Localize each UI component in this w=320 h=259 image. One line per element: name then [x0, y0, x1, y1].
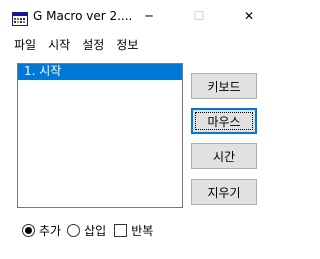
maximize-button: ☐: [193, 9, 205, 23]
insert-radio[interactable]: [67, 223, 81, 237]
title-bar[interactable]: G Macro ver 2.... ─ ☐ ✕: [0, 0, 278, 32]
window-title: G Macro ver 2....: [33, 9, 133, 23]
repeat-checkbox[interactable]: [114, 223, 128, 237]
keyboard-button[interactable]: 키보드: [191, 73, 257, 99]
close-button[interactable]: ✕: [226, 0, 272, 32]
app-icon[interactable]: [12, 12, 28, 26]
add-radio[interactable]: [22, 223, 35, 237]
options-row: 추가 삽입 반복: [22, 222, 159, 238]
erase-button[interactable]: 지우기: [191, 179, 257, 205]
list-item[interactable]: 1. 시작: [18, 64, 182, 80]
time-button[interactable]: 시간: [191, 143, 257, 169]
add-option[interactable]: 추가: [22, 222, 61, 239]
minimize-button[interactable]: ─: [126, 0, 172, 32]
menu-info[interactable]: 정보: [110, 34, 144, 56]
mouse-button[interactable]: 마우스: [191, 108, 257, 134]
insert-label[interactable]: 삽입: [84, 222, 106, 239]
repeat-option[interactable]: 반복: [114, 222, 153, 239]
repeat-label[interactable]: 반복: [131, 222, 153, 239]
macro-list[interactable]: 1. 시작: [17, 63, 183, 208]
menu-start[interactable]: 시작: [42, 34, 76, 56]
add-label[interactable]: 추가: [39, 222, 61, 239]
insert-option[interactable]: 삽입: [67, 222, 106, 239]
menu-file[interactable]: 파일: [8, 34, 42, 56]
menu-bar: 파일 시작 설정 정보: [0, 34, 278, 56]
menu-settings[interactable]: 설정: [76, 34, 110, 56]
